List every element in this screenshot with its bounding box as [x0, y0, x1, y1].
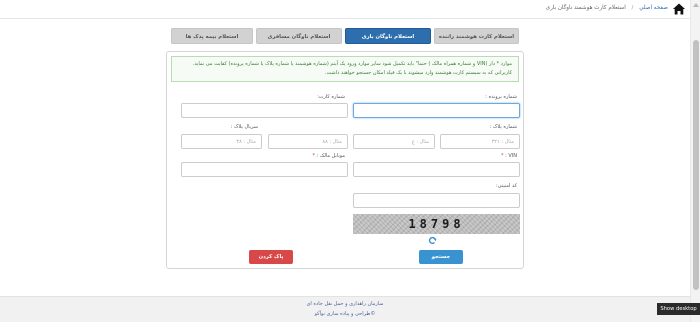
footer: سازمان راهداری و حمل نقل جاده ای ©طراحی … [0, 296, 690, 322]
tab-driver-smart-card[interactable]: استعلام کارت هوشمند راننده [434, 28, 519, 44]
clear-button[interactable]: پاک کردن [249, 250, 293, 264]
plate-part-1-input[interactable] [440, 134, 520, 149]
notice-box: موارد * دار (VIN و شماره همراه مالک ) حت… [171, 56, 519, 82]
plate-serial-label: سریال پلاک : [230, 124, 258, 130]
plate-part-2-input[interactable] [353, 134, 435, 149]
tab-passenger-fleet[interactable]: استعلام ناوگان مسافری [256, 28, 342, 44]
refresh-icon[interactable] [428, 236, 437, 245]
owner-mobile-label-text: موبایل مالک : [316, 153, 345, 159]
vin-label: VIN : * [501, 153, 517, 159]
owner-mobile-required-mark: * [312, 153, 315, 159]
captcha-image: 18798 [353, 214, 520, 234]
scrollbar-thumb[interactable] [693, 40, 699, 290]
owner-mobile-input[interactable] [181, 162, 348, 177]
show-desktop-tooltip: Show desktop [657, 303, 700, 315]
footer-organization: سازمان راهداری و حمل نقل جاده ای [306, 301, 384, 307]
footer-credits: ©طراحی و پیاده سازی نوآکو [314, 311, 376, 317]
breadcrumb: صفحه اصلي / استعلام کارت هوشمند ناوگان ب… [546, 5, 668, 11]
home-icon[interactable] [672, 2, 686, 16]
tab-trailer-insurance[interactable]: استعلام بیمه پدک ها [171, 28, 253, 44]
plate-number-label: شماره پلاک : [489, 124, 517, 130]
card-number-label: شماره کارت: [317, 94, 345, 100]
plate-serial-input[interactable] [181, 134, 262, 149]
security-code-label: کد امنیتی: [495, 183, 517, 189]
plate-part-3-input[interactable] [268, 134, 348, 149]
inquiry-tabs: استعلام کارت هوشمند راننده استعلام ناوگا… [171, 28, 519, 44]
page-scrollbar[interactable] [690, 0, 700, 322]
breadcrumb-home-link[interactable]: صفحه اصلي [639, 5, 668, 11]
file-number-label: شماره پرونده : [485, 94, 517, 100]
captcha-text: 18798 [408, 217, 465, 231]
card-number-input[interactable] [181, 103, 348, 118]
tab-cargo-fleet[interactable]: استعلام ناوگان باری [345, 28, 431, 44]
breadcrumb-separator: / [631, 5, 634, 11]
scroll-up-arrow-icon[interactable] [693, 3, 699, 7]
search-button[interactable]: جستجو [419, 250, 463, 264]
vin-label-text: VIN : [505, 153, 517, 159]
top-bar: صفحه اصلي / استعلام کارت هوشمند ناوگان ب… [0, 0, 690, 19]
breadcrumb-current: استعلام کارت هوشمند ناوگان باری [545, 5, 626, 11]
owner-mobile-label: موبایل مالک : * [312, 153, 345, 159]
file-number-input[interactable] [353, 103, 520, 118]
inquiry-form-panel: موارد * دار (VIN و شماره همراه مالک ) حت… [166, 51, 524, 269]
security-code-input[interactable] [353, 193, 520, 208]
vin-required-mark: * [500, 153, 504, 159]
notice-line-2: کاربرانی که به سیستم کارت هوشمند وارد می… [325, 70, 512, 76]
vin-input[interactable] [353, 162, 520, 177]
notice-line-1: موارد * دار (VIN و شماره همراه مالک ) حت… [192, 61, 512, 67]
